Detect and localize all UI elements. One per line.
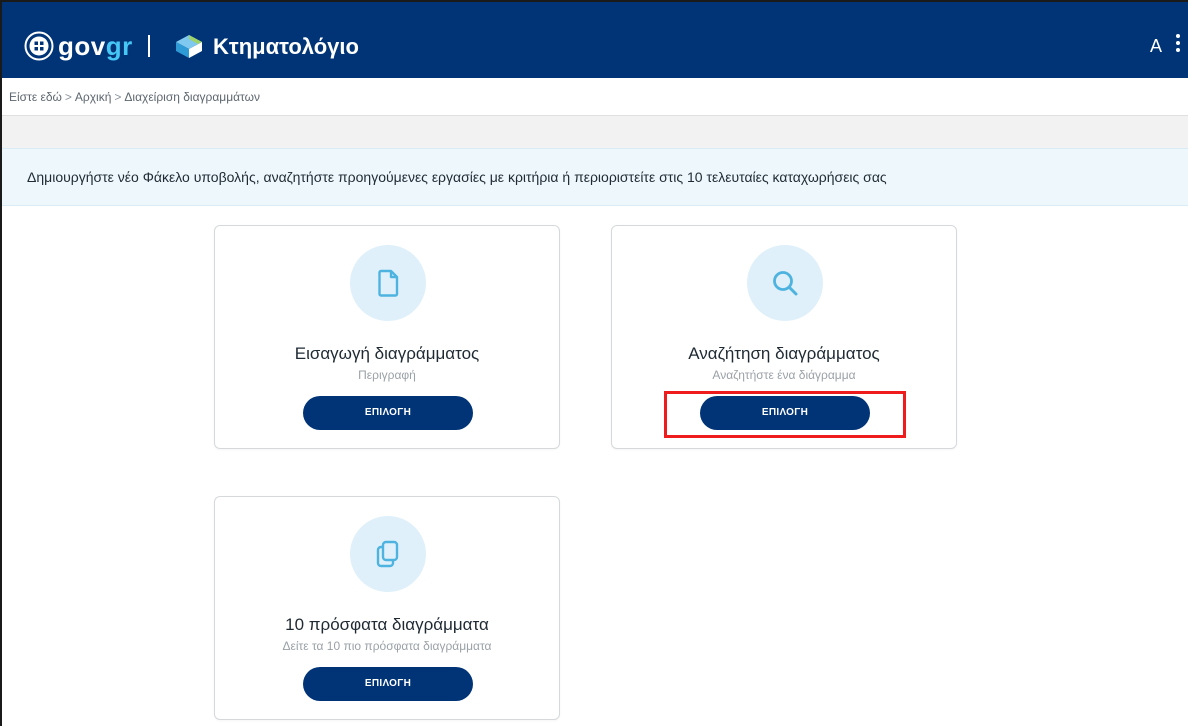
breadcrumb-separator: > bbox=[64, 90, 72, 104]
govgr-logo[interactable]: govgr bbox=[58, 28, 133, 64]
more-options-icon[interactable] bbox=[1174, 32, 1182, 58]
breadcrumb-prefix: Είστε εδώ bbox=[9, 90, 62, 104]
app-title[interactable]: Κτηματολόγιο bbox=[213, 32, 359, 62]
card-description: Αναζητήστε ένα διάγραμμα bbox=[712, 368, 856, 382]
copy-icon bbox=[376, 540, 399, 568]
card-search-diagram: Αναζήτηση διαγράμματος Αναζητήστε ένα δι… bbox=[611, 225, 957, 449]
greek-emblem-icon bbox=[24, 31, 54, 61]
card-title: 10 πρόσφατα διαγράμματα bbox=[285, 615, 489, 634]
card-title: Εισαγωγή διαγράμματος bbox=[294, 344, 480, 363]
select-button[interactable]: ΕΠΙΛΟΓΗ bbox=[303, 667, 473, 701]
breadcrumb-home-link[interactable]: Αρχική bbox=[75, 90, 111, 104]
document-icon bbox=[378, 269, 399, 297]
breadcrumb-separator: > bbox=[114, 90, 122, 104]
app-window: govgr Κτηματολόγιο A Είστε εδώ > Αρχική > Δι… bbox=[0, 0, 1188, 726]
card-import-diagram: Εισαγωγή διαγράμματος Περιγραφή ΕΠΙΛΟΓΗ bbox=[214, 225, 560, 449]
card-icon-circle bbox=[350, 245, 426, 321]
spacer-band bbox=[2, 116, 1188, 148]
card-title: Αναζήτηση διαγράμματος bbox=[688, 344, 880, 363]
card-recent-diagrams: 10 πρόσφατα διαγράμματα Δείτε τα 10 πιο … bbox=[214, 496, 560, 720]
card-icon-circle bbox=[747, 245, 823, 321]
info-banner: Δημιουργήστε νέο Φάκελο υποβολής, αναζητ… bbox=[2, 148, 1188, 206]
select-button[interactable]: ΕΠΙΛΟΓΗ bbox=[700, 396, 870, 430]
search-icon bbox=[773, 271, 798, 296]
breadcrumb: Είστε εδώ > Αρχική > Διαχείριση διαγραμμάτων bbox=[2, 78, 1188, 116]
select-button[interactable]: ΕΠΙΛΟΓΗ bbox=[303, 396, 473, 430]
header-divider bbox=[148, 35, 150, 57]
ktimatologio-logo-icon bbox=[176, 35, 202, 58]
top-header: govgr Κτηματολόγιο A bbox=[2, 2, 1188, 78]
card-description: Περιγραφή bbox=[358, 368, 416, 382]
card-description: Δείτε τα 10 πιο πρόσφατα διαγράμματα bbox=[282, 639, 492, 653]
breadcrumb-current: Διαχείριση διαγραμμάτων bbox=[124, 90, 260, 104]
logo-gov-text: gov bbox=[58, 31, 106, 61]
logo-gr-text: gr bbox=[105, 31, 133, 61]
card-icon-circle bbox=[350, 516, 426, 592]
user-avatar[interactable]: A bbox=[1150, 33, 1162, 59]
